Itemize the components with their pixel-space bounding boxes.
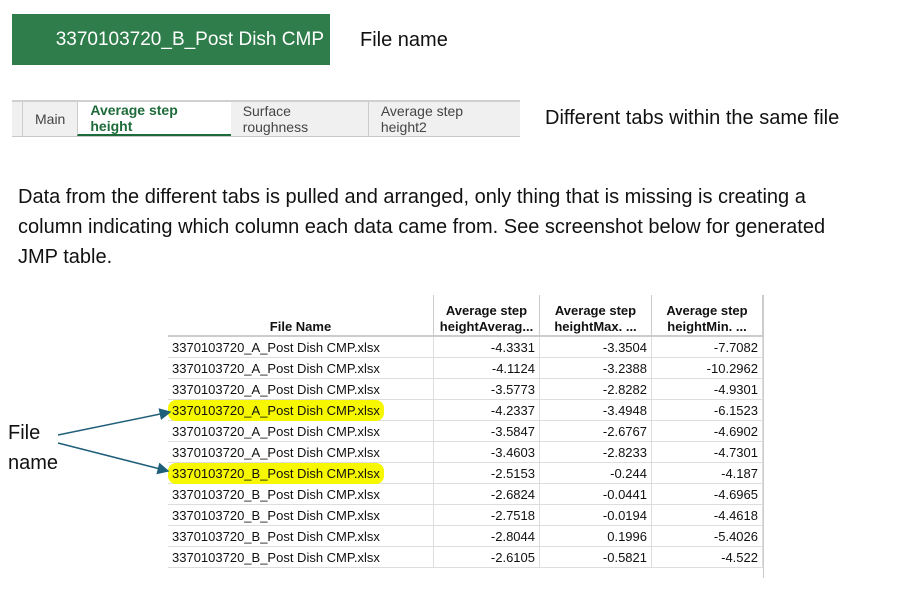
arrow-icon: [57, 408, 172, 436]
annotation-arrows: [57, 408, 172, 475]
arrow-icon: [57, 442, 170, 475]
